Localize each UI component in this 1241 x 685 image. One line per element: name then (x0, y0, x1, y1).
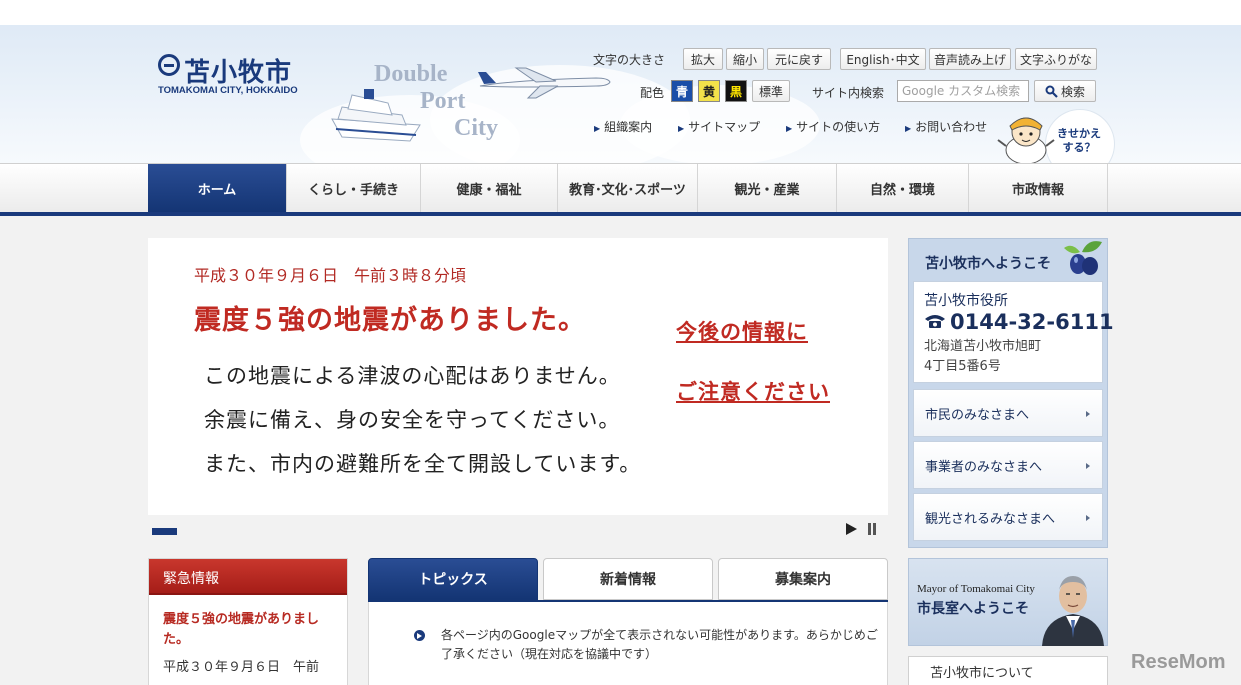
logo-english: TOMAKOMAI CITY, HOKKAIDO (158, 85, 298, 96)
play-icon[interactable] (846, 523, 857, 535)
pause-icon[interactable] (867, 523, 878, 535)
chevron-right-icon (1086, 515, 1090, 521)
color-blue-button[interactable]: 青 (671, 80, 693, 102)
chevron-right-icon (1086, 463, 1090, 469)
font-enlarge-button[interactable]: 拡大 (683, 48, 723, 70)
emergency-date: 平成３０年９月６日 午前 (163, 660, 320, 675)
mascot-icon (997, 117, 1055, 165)
contact-link[interactable]: ▶ お問い合わせ (905, 118, 987, 135)
nav-city-government[interactable]: 市政情報 (968, 164, 1108, 212)
topic-item[interactable]: 各ページ内のGoogleマップが全て表示されない可能性があります。あらかじめご了… (441, 626, 881, 664)
font-shrink-button[interactable]: 縮小 (726, 48, 764, 70)
slide-headline: 震度５強の地震がありました。 (194, 305, 586, 336)
city-hall-address: 北海道苫小牧市旭町 4丁目5番6号 (924, 339, 1042, 374)
emergency-title: 緊急情報 (163, 571, 219, 587)
nav-underline (0, 212, 1241, 216)
slogan-word: City (454, 115, 498, 141)
search-icon (1045, 85, 1058, 98)
slide-line: また、市内の避難所を全て開設しています。 (204, 452, 642, 476)
site-search-label: サイト内検索 (812, 86, 885, 100)
tab-topics[interactable]: トピックス (368, 558, 538, 600)
color-yellow-button[interactable]: 黄 (698, 80, 720, 102)
kisekae-label[interactable]: きせかえ する？ (1054, 127, 1104, 155)
font-size-label: 文字の大きさ (593, 53, 666, 67)
mayor-japanese: 市長室へようこそ (917, 601, 1029, 617)
nav-tourism[interactable]: 観光・産業 (697, 164, 836, 212)
nav-nature[interactable]: 自然・環境 (836, 164, 968, 212)
ferry-icon (331, 89, 421, 142)
link-tourists[interactable]: 観光されるみなさまへ (913, 493, 1103, 541)
chevron-right-icon (1086, 411, 1090, 417)
city-hall-phone: 0144-32-6111 (924, 310, 1114, 334)
slide-line: この地震による津波の心配はありません。 (204, 364, 621, 388)
slide-date: 平成３０年９月６日 午前３時８分頃 (194, 266, 467, 285)
site-usage-link[interactable]: ▶ サイトの使い方 (786, 118, 880, 135)
color-standard-button[interactable]: 標準 (752, 80, 790, 102)
search-button-label: 検索 (1060, 84, 1085, 99)
arrow-right-icon: ▶ (905, 124, 912, 133)
tab-recruitment[interactable]: 募集案内 (718, 558, 888, 600)
slide-notice: ご注意ください (676, 380, 830, 404)
emergency-link[interactable]: 震度５強の地震がありました。 (163, 610, 338, 650)
language-button[interactable]: English･中文 (840, 48, 926, 70)
emergency-panel: 緊急情報 震度５強の地震がありました。 平成３０年９月６日 午前 (148, 558, 348, 685)
airplane-icon (478, 67, 611, 99)
about-city-label: 苫小牧市について (930, 666, 1034, 681)
city-hall-name: 苫小牧市役所 (924, 293, 1008, 309)
search-button[interactable]: 検索 (1034, 80, 1096, 102)
slide-line: 余震に備え、身の安全を守ってください。 (204, 408, 621, 432)
tab-news[interactable]: 新着情報 (543, 558, 713, 600)
city-emblem-icon (158, 54, 180, 76)
bullet-arrow-icon (414, 630, 425, 641)
furigana-button[interactable]: 文字ふりがな (1015, 48, 1097, 70)
slide-indicator[interactable] (152, 528, 177, 535)
welcome-title: 苫小牧市へようこそ (925, 256, 1051, 272)
nav-living[interactable]: くらし・手続き (286, 164, 420, 212)
voice-read-button[interactable]: 音声読み上げ (929, 48, 1011, 70)
mayor-english: Mayor of Tomakomai City (917, 583, 1035, 595)
mayor-portrait-icon (1042, 576, 1104, 646)
sitemap-link[interactable]: ▶ サイトマップ (678, 118, 760, 135)
nav-education[interactable]: 教育･文化･スポーツ (557, 164, 697, 212)
nav-home[interactable]: ホーム (148, 164, 286, 212)
arrow-right-icon: ▶ (594, 124, 601, 133)
organization-link[interactable]: ▶ 組織案内 (594, 118, 652, 135)
haskap-berry-icon (1064, 241, 1102, 275)
arrow-right-icon: ▶ (678, 124, 685, 133)
site-search-input[interactable] (897, 80, 1029, 102)
main-slide[interactable]: 平成３０年９月６日 午前３時８分頃 震度５強の地震がありました。 この地震による… (148, 238, 888, 515)
link-businesses[interactable]: 事業者のみなさまへ (913, 441, 1103, 489)
slide-notice: 今後の情報に (676, 320, 808, 344)
link-residents[interactable]: 市民のみなさまへ (913, 389, 1103, 437)
nav-health[interactable]: 健康・福祉 (420, 164, 557, 212)
color-black-button[interactable]: 黒 (725, 80, 747, 102)
slogan-word: Double (374, 61, 448, 87)
phone-icon (925, 315, 945, 328)
top-band (0, 0, 1241, 25)
resemom-watermark: ReseMom (1131, 651, 1226, 673)
color-scheme-label: 配色 (640, 86, 665, 100)
logo-japanese: 苫小牧市 (184, 58, 293, 88)
emergency-header: 緊急情報 (149, 559, 347, 595)
arrow-right-icon: ▶ (786, 124, 793, 133)
font-reset-button[interactable]: 元に戻す (767, 48, 831, 70)
